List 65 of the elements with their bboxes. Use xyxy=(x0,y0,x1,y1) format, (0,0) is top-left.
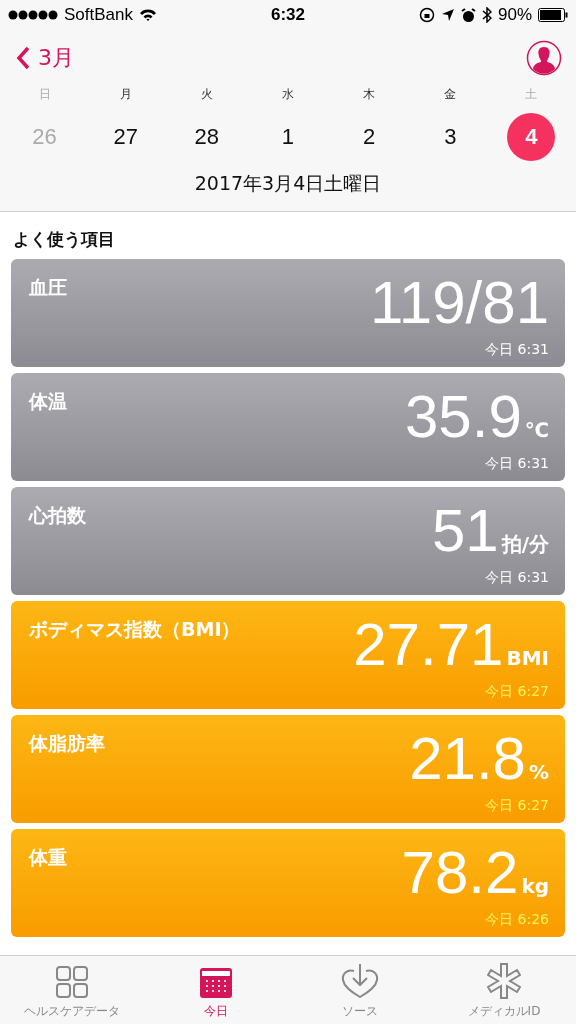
metric-title: 体脂肪率 xyxy=(29,731,105,756)
metric-time: 今日 6:31 xyxy=(485,341,549,359)
metric-value: 27.71 xyxy=(353,615,504,675)
weekday-label: 月 xyxy=(119,86,132,103)
metric-card[interactable]: 心拍数 51 拍/分 今日 6:31 xyxy=(11,487,565,595)
clock-time: 6:32 xyxy=(271,5,305,25)
alarm-icon xyxy=(460,7,476,23)
bluetooth-icon xyxy=(481,7,492,23)
metric-title: 心拍数 xyxy=(29,503,86,528)
metric-value: 51 xyxy=(431,501,499,561)
date-button[interactable]: 3 xyxy=(426,113,475,161)
metric-unit: kg xyxy=(521,876,549,896)
metric-title: ボディマス指数（BMI） xyxy=(29,617,241,642)
metric-time: 今日 6:31 xyxy=(485,569,549,587)
tab-item[interactable]: 今日 xyxy=(144,956,288,1024)
tab-item[interactable]: メディカルID xyxy=(432,956,576,1024)
carrier-name: SoftBank xyxy=(64,5,133,25)
profile-icon[interactable] xyxy=(526,40,562,76)
wifi-icon xyxy=(139,8,157,22)
metric-unit: % xyxy=(528,762,549,782)
weekday-label: 土 xyxy=(525,86,538,103)
battery-icon xyxy=(538,8,568,22)
tab-item[interactable]: ソース xyxy=(288,956,432,1024)
metric-card[interactable]: 体重 78.2 kg 今日 6:26 xyxy=(11,829,565,937)
date-button[interactable]: 26 xyxy=(20,113,69,161)
date-button[interactable]: 28 xyxy=(182,113,231,161)
weekday-label: 金 xyxy=(444,86,457,103)
tab-item[interactable]: ヘルスケアデータ xyxy=(0,956,144,1024)
metric-value: 35.9 xyxy=(405,387,522,447)
metric-value: 119/81 xyxy=(369,273,549,333)
metric-time: 今日 6:27 xyxy=(485,683,549,701)
metric-title: 体温 xyxy=(29,389,67,414)
back-button[interactable]: 3月 xyxy=(16,43,74,73)
date-button[interactable]: 2 xyxy=(345,113,394,161)
grid-icon xyxy=(55,965,89,999)
location-icon xyxy=(440,8,455,22)
metric-card[interactable]: 体温 35.9℃ 今日 6:31 xyxy=(11,373,565,481)
metric-unit: 拍/分 xyxy=(501,534,549,554)
metric-card[interactable]: ボディマス指数（BMI） 27.71 BMI 今日 6:27 xyxy=(11,601,565,709)
metric-card[interactable]: 血圧 119/81 今日 6:31 xyxy=(11,259,565,367)
metric-card[interactable]: 体脂肪率 21.8% 今日 6:27 xyxy=(11,715,565,823)
weekday-label: 木 xyxy=(363,86,376,103)
weekday-label: 日 xyxy=(38,86,51,103)
metric-time: 今日 6:27 xyxy=(485,797,549,815)
chevron-icon xyxy=(16,46,30,70)
metric-title: 体重 xyxy=(29,845,67,870)
metric-unit: ℃ xyxy=(524,420,549,440)
date-button[interactable]: 27 xyxy=(101,113,150,161)
battery-percent: 90% xyxy=(497,5,532,25)
section-title: よく使う項目 xyxy=(12,228,116,251)
rotation-lock-icon xyxy=(418,7,435,23)
metric-time: 今日 6:31 xyxy=(485,455,549,473)
metric-unit: BMI xyxy=(506,648,549,668)
metric-value: 78.2 xyxy=(401,843,519,903)
date-button[interactable]: 1 xyxy=(264,113,312,161)
signal-icon xyxy=(8,10,58,20)
metric-value: 21.8 xyxy=(409,729,526,789)
date-button[interactable]: 4 xyxy=(507,113,556,161)
calendar-icon xyxy=(199,967,233,999)
weekday-label: 火 xyxy=(200,86,213,103)
metric-title: 血圧 xyxy=(29,275,67,300)
metric-time: 今日 6:26 xyxy=(485,911,549,929)
medical-asterisk-icon xyxy=(487,963,521,999)
heart-download-icon xyxy=(341,963,379,999)
weekday-label: 水 xyxy=(282,86,294,103)
